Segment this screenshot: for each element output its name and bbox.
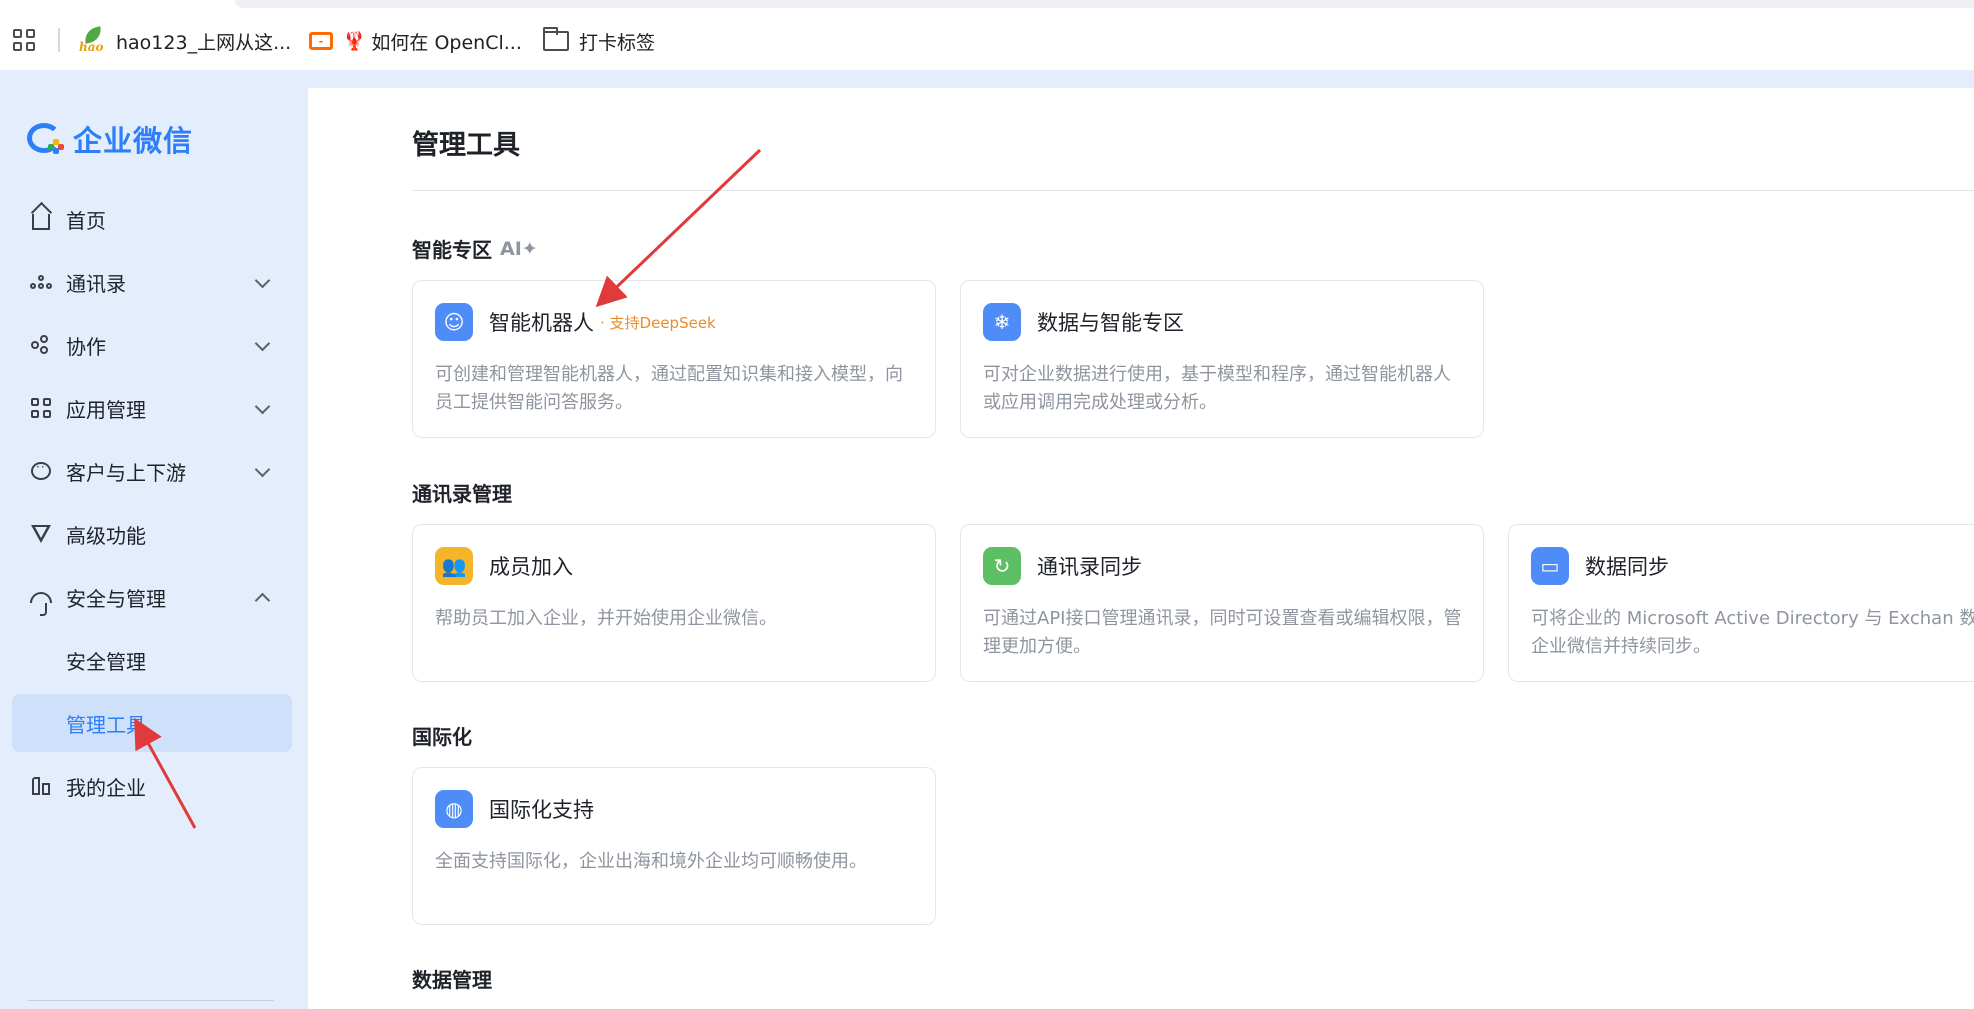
data-intel-icon: ❄ (983, 303, 1021, 341)
section-title-ai: 智能专区 AI✦ (412, 234, 538, 263)
section-title-text: 国际化 (412, 725, 472, 749)
hao123-logo-icon: hao (78, 26, 106, 54)
card-description: 全面支持国际化，企业出海和境外企业均可顺畅使用。 (435, 851, 867, 872)
chat-icon (30, 460, 52, 482)
card-title: 国际化支持 (489, 798, 594, 822)
folder-sync-icon: ▭ (1531, 547, 1569, 585)
bookmark-separator (58, 28, 60, 52)
sidebar-item-label: 客户与上下游 (66, 460, 186, 485)
robot-icon: ☺ (435, 303, 473, 341)
card-description: 可通过API接口管理通讯录，同时可设置查看或编辑权限，管理更加方便。 (983, 608, 1462, 657)
section-title-text: 通讯录管理 (412, 482, 512, 506)
home-icon (30, 208, 52, 230)
sidebar-item-label: 高级功能 (66, 523, 146, 548)
umbrella-icon (30, 586, 52, 616)
sidebar-item-my-company[interactable]: 我的企业 (12, 757, 292, 815)
triangle-icon (30, 523, 52, 545)
bookmark-label: 如何在 OpenCl... (371, 31, 522, 54)
bookmark-hao123[interactable]: hao hao123_上网从这... (78, 26, 291, 56)
card-i18n-support[interactable]: ◍ 国际化支持 全面支持国际化，企业出海和境外企业均可顺畅使用。 (412, 767, 936, 925)
card-title: 智能机器人 (489, 311, 594, 335)
sidebar-item-label: 我的企业 (66, 775, 146, 800)
page-title: 管理工具 (412, 130, 520, 161)
wecom-logo[interactable]: 企业微信 (27, 118, 193, 160)
chevron-down-icon (254, 398, 271, 415)
chevron-down-icon (254, 461, 271, 478)
sidebar-item-label: 安全管理 (66, 649, 146, 674)
chevron-down-icon (254, 335, 271, 352)
main-panel: 管理工具 智能专区 AI✦ ☺ 智能机器人 · 支持DeepSeek 可创建和管… (308, 88, 1974, 1009)
sidebar-subitem-admin-tools[interactable]: 管理工具 (12, 694, 292, 752)
sidebar-item-collab[interactable]: 协作 (12, 316, 292, 374)
bookmark-folder-punch[interactable]: 打卡标签 (543, 26, 655, 56)
section-title-text: 数据管理 (412, 968, 492, 992)
section-title-text: 智能专区 (412, 238, 492, 262)
card-member-join[interactable]: 👥 成员加入 帮助员工加入企业，并开始使用企业微信。 (412, 524, 936, 682)
deepseek-badge: · 支持DeepSeek (600, 313, 716, 332)
sidebar-subitem-security-management[interactable]: 安全管理 (12, 631, 292, 689)
sidebar-item-label: 首页 (66, 208, 106, 233)
bookmarks-bar: hao hao123_上网从这... - 🦞 如何在 OpenCl... 打卡标… (0, 0, 1974, 70)
sidebar-item-label: 协作 (66, 334, 106, 359)
folder-icon (543, 27, 569, 51)
sidebar-item-apps[interactable]: 应用管理 (12, 379, 292, 437)
lobster-icon: 🦞 (343, 30, 366, 52)
card-contacts-sync[interactable]: ↻ 通讯录同步 可通过API接口管理通讯录，同时可设置查看或编辑权限，管理更加方… (960, 524, 1484, 682)
card-description: 可将企业的 Microsoft Active Directory 与 Excha… (1531, 608, 1974, 657)
sidebar-item-label: 管理工具 (66, 712, 146, 737)
section-title-data-management: 数据管理 (412, 964, 492, 993)
apps-grid-icon[interactable] (13, 29, 35, 51)
sidebar-item-customers[interactable]: 客户与上下游 (12, 442, 292, 500)
logo-text: 企业微信 (73, 124, 194, 158)
chevron-down-icon (254, 272, 271, 289)
sidebar-item-label: 应用管理 (66, 397, 146, 422)
opencloud-icon: - (309, 32, 333, 50)
card-smart-robot[interactable]: ☺ 智能机器人 · 支持DeepSeek 可创建和管理智能机器人，通过配置知识集… (412, 280, 936, 438)
card-title: 数据同步 (1585, 555, 1669, 579)
card-title: 通讯录同步 (1037, 555, 1142, 579)
card-description: 可对企业数据进行使用，基于模型和程序，通过智能机器人或应用调用完成处理或分析。 (983, 364, 1451, 413)
bookmark-label: hao123_上网从这... (116, 31, 292, 54)
sidebar-item-label: 通讯录 (66, 271, 126, 296)
card-data-sync[interactable]: ▭ 数据同步 可将企业的 Microsoft Active Directory … (1508, 524, 1974, 682)
card-data-intelligence[interactable]: ❄ 数据与智能专区 可对企业数据进行使用，基于模型和程序，通过智能机器人或应用调… (960, 280, 1484, 438)
address-bar-edge (235, 0, 1974, 8)
title-divider (412, 190, 1974, 191)
wecom-logo-icon (27, 121, 67, 157)
ai-badge: AI✦ (500, 237, 538, 260)
sidebar-item-security[interactable]: 安全与管理 (12, 568, 292, 626)
globe-icon: ◍ (435, 790, 473, 828)
card-title: 数据与智能专区 (1037, 311, 1184, 335)
chevron-up-icon (254, 592, 271, 609)
sidebar-item-advanced[interactable]: 高级功能 (12, 505, 292, 563)
members-join-icon: 👥 (435, 547, 473, 585)
section-title-i18n: 国际化 (412, 721, 472, 750)
section-title-contacts: 通讯录管理 (412, 478, 512, 507)
org-chart-icon (30, 271, 52, 293)
main-top-gap (308, 70, 1974, 88)
card-description: 帮助员工加入企业，并开始使用企业微信。 (435, 608, 777, 629)
card-title: 成员加入 (489, 555, 573, 579)
sidebar-nav: 首页 通讯录 协作 应用管理 客户与上下游 高级功能 安全与管理 (12, 190, 292, 820)
bookmark-opencloud[interactable]: - 🦞 如何在 OpenCl... (309, 26, 522, 56)
sidebar-item-label: 安全与管理 (66, 586, 166, 611)
collab-icon (30, 334, 52, 356)
sidebar-divider (28, 1000, 274, 1001)
building-icon (30, 775, 52, 797)
bookmark-label: 打卡标签 (579, 31, 656, 54)
grid-icon (30, 397, 52, 419)
sync-icon: ↻ (983, 547, 1021, 585)
sidebar: 企业微信 首页 通讯录 协作 应用管理 客户与上下游 高级功能 (0, 70, 308, 1009)
sidebar-item-home[interactable]: 首页 (12, 190, 292, 248)
sidebar-item-contacts[interactable]: 通讯录 (12, 253, 292, 311)
card-description: 可创建和管理智能机器人，通过配置知识集和接入模型，向员工提供智能问答服务。 (435, 364, 903, 413)
